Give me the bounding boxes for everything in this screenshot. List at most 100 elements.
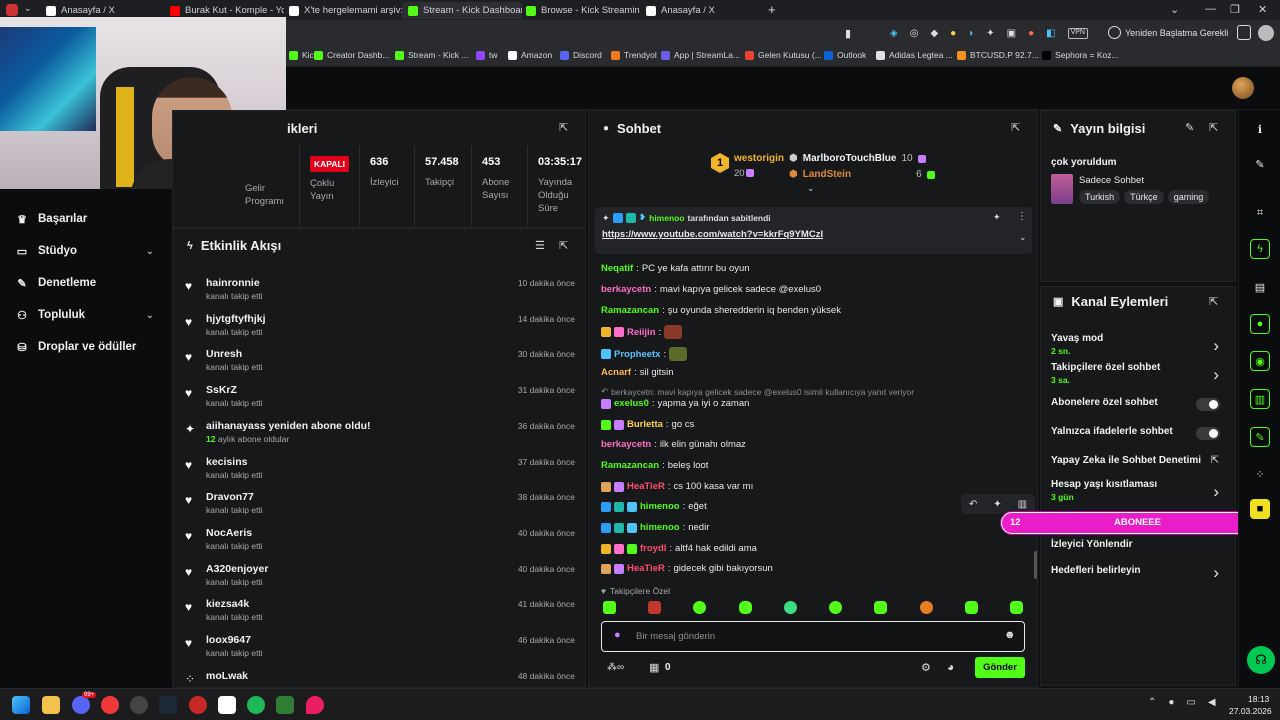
emote-icon[interactable] (829, 601, 843, 614)
chat-username[interactable]: Ramazancan (601, 305, 659, 316)
chat-message[interactable]: Burletta: go cs (601, 419, 694, 430)
sidebar-item[interactable]: ▭ Stüdyo (16, 245, 77, 258)
maximize-button[interactable]: ❐ (1230, 3, 1240, 16)
reply-icon[interactable]: ↶ (969, 499, 977, 510)
chat-username[interactable]: Propheetx (614, 349, 660, 360)
chat-message[interactable]: Ramazancan: şu oyunda sheredderin iq ben… (601, 305, 841, 316)
toggle-switch[interactable] (1196, 427, 1220, 440)
windows-start-icon[interactable] (12, 696, 30, 714)
broadcast-icon[interactable]: ◉ (1250, 351, 1270, 371)
chat-message[interactable]: berkaycetn: ilk elin günahı olmaz (601, 439, 746, 450)
filter-icon[interactable]: ☰ (535, 239, 545, 252)
microphone-icon[interactable]: ● (614, 629, 621, 641)
settings-gear-icon[interactable]: ⚙ (921, 661, 931, 674)
emote-icon[interactable] (964, 601, 978, 614)
activity-username[interactable]: A320enjoyer (206, 563, 268, 575)
vivaldi-icon[interactable] (101, 696, 119, 714)
bookmark-item[interactable]: Creator Dashb... (314, 50, 389, 60)
pin-message-icon[interactable]: ✦ (993, 499, 1001, 510)
channel-action-item[interactable]: Hesap yaşı kısıtlaması 3 gün (1051, 479, 1231, 502)
channel-action-item[interactable]: Hedefleri belirleyin (1051, 565, 1231, 576)
send-button[interactable]: Gönder (975, 657, 1025, 678)
chevron-right-icon[interactable]: › (1213, 563, 1219, 583)
sidebar-item[interactable]: ♛ Başarılar (16, 213, 87, 226)
expand-icon[interactable]: ⇱ (1011, 121, 1020, 134)
expand-icon[interactable]: ⇱ (559, 121, 568, 134)
chat-message[interactable]: Acnarf: sil gitsin (601, 367, 674, 378)
bookmark-item[interactable]: App | StreamLa... (661, 50, 740, 60)
app-icon[interactable] (189, 696, 207, 714)
browser-menu-icon[interactable] (6, 4, 18, 16)
spotify-icon[interactable] (247, 696, 265, 714)
loyalty-icon[interactable]: ⁂∞ (607, 662, 624, 673)
lightning-icon[interactable]: ϟ (1250, 239, 1270, 259)
pinned-message[interactable]: ✦ ❥ himenoo tarafından sabitlendi ✦ ⋮ ht… (595, 207, 1032, 254)
store-icon[interactable]: ▦ (649, 661, 659, 674)
tray-icons[interactable]: ⌃ ● ▭ ◀ (1148, 697, 1216, 708)
chat-message[interactable]: HeaTieR: gidecek gibi bakıyorsun (601, 563, 773, 574)
extension-icon[interactable]: ◧ (1046, 28, 1055, 39)
share-icon[interactable]: ⁘ (1250, 464, 1270, 484)
tag[interactable]: gaming (1167, 190, 1210, 204)
activity-username[interactable]: Dravon77 (206, 491, 254, 503)
multistream-stat[interactable]: KAPALI Çoklu Yayın (299, 146, 351, 226)
tag[interactable]: Türkçe (1124, 190, 1164, 204)
chat-scrollbar[interactable] (1034, 551, 1037, 579)
emoji-icon[interactable]: ☻ (1004, 629, 1016, 641)
chat-message[interactable]: himenoo: nedir (601, 522, 709, 533)
expand-icon[interactable]: ⇱ (1209, 121, 1218, 134)
collapse-chevron-icon[interactable]: ⌄ (807, 183, 815, 194)
activity-username[interactable]: loox9647 (206, 634, 251, 646)
emote-icon[interactable] (783, 601, 797, 614)
sidebar-item[interactable]: ⛁ Droplar ve ödüller (16, 341, 136, 354)
bookmark-item[interactable]: Stream - Kick ... (395, 50, 468, 60)
minimize-button[interactable]: — (1205, 3, 1216, 15)
chat-message[interactable]: froydl: altf4 hak edildi ama (601, 543, 757, 554)
chevron-down-icon[interactable]: ⌄ (146, 310, 154, 321)
extension-icon[interactable]: ● (1028, 28, 1034, 39)
chat-username[interactable]: berkaycetn (601, 439, 651, 450)
tab-list-chevron-icon[interactable]: ⌄ (24, 3, 32, 14)
bookmark-item[interactable]: tw (476, 50, 498, 60)
emote-icon[interactable] (1009, 601, 1023, 614)
external-link-icon[interactable]: ⇱ (1211, 455, 1219, 466)
sidebar-item[interactable]: ✎ Denetleme (16, 277, 96, 290)
edit-icon[interactable]: ✎ (1185, 121, 1194, 134)
app-icon[interactable] (218, 696, 236, 714)
chat-username[interactable]: HeaTieR (627, 563, 665, 574)
emote-icon[interactable] (693, 601, 707, 614)
channel-action-item[interactable]: Yavaş mod 2 sn. (1051, 333, 1231, 356)
close-window-button[interactable]: ✕ (1258, 3, 1267, 16)
clock-date[interactable]: 27.03.2026 (1229, 706, 1272, 716)
storage-icon[interactable]: ▥ (1250, 389, 1270, 409)
bookmark-item[interactable]: Discord (560, 50, 602, 60)
channel-action-item[interactable]: Yapay Zeka ile Sohbet Denetimi (1051, 455, 1231, 466)
chat-message[interactable]: Propheetx: (601, 347, 688, 361)
more-options-icon[interactable]: ⋮ (1017, 211, 1027, 222)
widget-icon[interactable]: ■ (1250, 499, 1270, 519)
activity-username[interactable]: hjytgftyfhjkj (206, 313, 266, 325)
file-explorer-icon[interactable] (42, 696, 60, 714)
emote-icon[interactable] (603, 601, 616, 614)
sidebar-item[interactable]: ⚇ Topluluk (16, 309, 85, 322)
chat-username[interactable]: Acnarf (601, 367, 631, 378)
user-avatar[interactable] (1232, 77, 1254, 99)
activity-username[interactable]: kecisins (206, 456, 247, 468)
chat-username[interactable]: Neqatif (601, 263, 633, 274)
chat-username[interactable]: himenoo (640, 501, 680, 512)
app-icon[interactable] (276, 696, 294, 714)
network-icon[interactable]: ▭ (1186, 697, 1195, 708)
emote-icon[interactable] (874, 601, 888, 614)
activity-username[interactable]: NocAeris (206, 527, 252, 539)
bookmark-item[interactable]: Amazon (508, 50, 552, 60)
activity-username[interactable]: Unresh (206, 348, 242, 360)
clock-time[interactable]: 18:13 (1248, 694, 1269, 704)
volume-icon[interactable]: ◀ (1208, 697, 1216, 708)
discord-icon[interactable] (72, 696, 90, 714)
bookmark-item[interactable]: Outlook (824, 50, 866, 60)
activity-username[interactable]: moLwak (206, 670, 248, 682)
bookmark-item[interactable]: BTCUSD.P 92.7... (957, 50, 1039, 60)
activity-username[interactable]: kiezsa4k (206, 598, 249, 610)
extensions-area[interactable]: ◈ ◎ ◆ ● ◗ ✦ ▣ ● ◧ VPN (890, 28, 1088, 39)
tag[interactable]: Turkish (1079, 190, 1121, 204)
